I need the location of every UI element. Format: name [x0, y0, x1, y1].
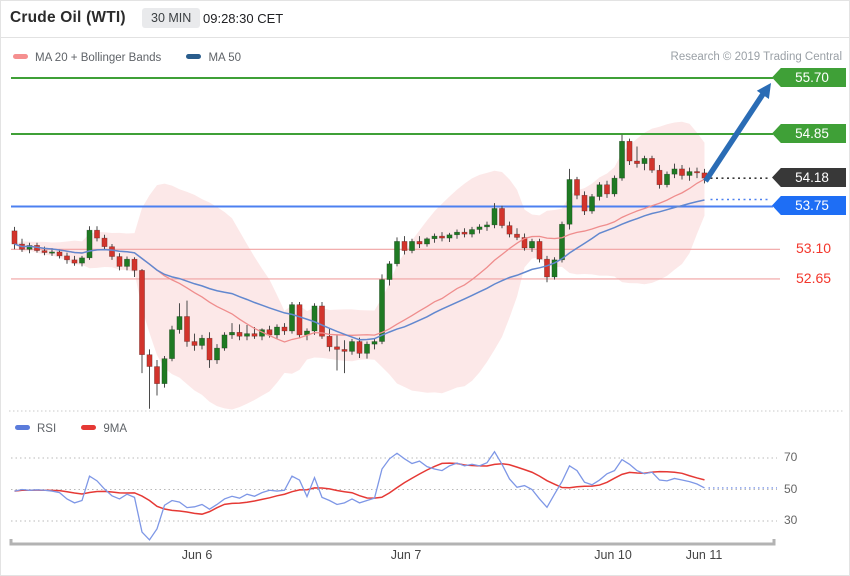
- resistance-price-tag: 54.85: [772, 124, 846, 143]
- rsi-axis-label-70: 70: [784, 450, 798, 464]
- resistance-high-price-tag: 55.70: [772, 68, 846, 87]
- x-axis-label-jun11: Jun 11: [685, 548, 723, 562]
- rsi-ma9-label: 9MA: [103, 423, 128, 435]
- bullish-arrow: [703, 83, 771, 183]
- ma50-swatch-icon: [186, 54, 202, 60]
- x-axis-label-jun6: Jun 6: [181, 548, 213, 562]
- ma50-label: MA 50: [208, 52, 242, 64]
- rsi-swatch-icon: [15, 425, 30, 431]
- header-bar: Crude Oil (WTI) 30 MIN 09:28:30 CET: [1, 1, 849, 38]
- instrument-title: Crude Oil (WTI): [10, 9, 126, 26]
- pivot-price-tag: 53.75: [772, 196, 846, 215]
- timeframe-badge: 30 MIN: [142, 8, 201, 28]
- rsi-ma9-swatch-icon: [81, 425, 97, 431]
- price-chart-canvas: [9, 77, 843, 546]
- ma20-bollinger-label: MA 20 + Bollinger Bands: [35, 52, 162, 64]
- x-axis-bar: [9, 539, 776, 546]
- support-price-label: 53.10: [796, 240, 832, 256]
- x-axis-label-jun7: Jun 7: [390, 548, 422, 562]
- rsi-legend: RSI 9MA: [15, 423, 127, 435]
- trading-central-chart-app: Crude Oil (WTI) 30 MIN 09:28:30 CET MA 2…: [0, 0, 850, 576]
- rsi-panel: [11, 450, 777, 541]
- quote-time: 09:28:30 CET: [203, 11, 284, 26]
- support-low-price-label: 52.65: [796, 270, 832, 286]
- research-credit: Research © 2019 Trading Central: [670, 51, 842, 63]
- ma20-bollinger-swatch-icon: [13, 54, 28, 60]
- dotted-projection-lines: [710, 177, 768, 201]
- rsi-axis-label-50: 50: [784, 482, 798, 496]
- rsi-axis-label-30: 30: [784, 513, 798, 527]
- last-price-tag: 54.18: [772, 168, 846, 187]
- x-axis-label-jun10: Jun 10: [594, 548, 632, 562]
- rsi-label: RSI: [37, 423, 57, 435]
- main-chart-legend: MA 20 + Bollinger Bands MA 50: [13, 52, 241, 64]
